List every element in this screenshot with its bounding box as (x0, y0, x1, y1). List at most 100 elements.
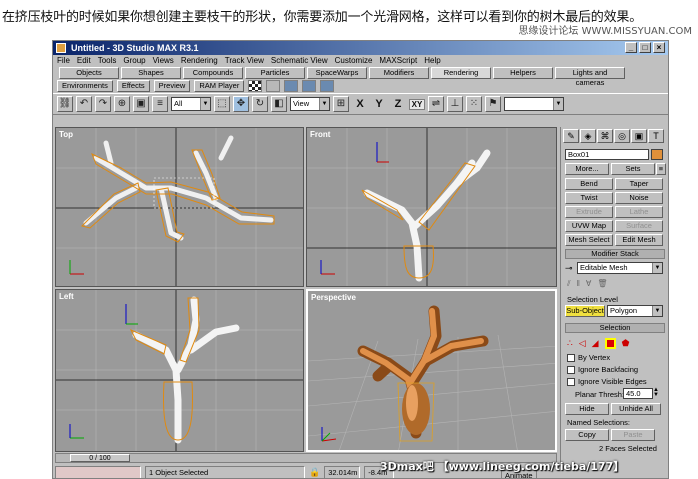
viewport-perspective[interactable]: Perspective (306, 289, 557, 452)
unhide-all-button[interactable]: Unhide All (611, 403, 661, 415)
pin-stack-icon[interactable]: ⊸ (565, 263, 573, 274)
modifier-uvw-map[interactable]: UVW Map (565, 220, 613, 232)
tab-helpers[interactable]: Helpers (493, 67, 553, 79)
modifier-edit-mesh[interactable]: Edit Mesh (615, 234, 663, 246)
modifier-lathe[interactable]: Lathe (615, 206, 663, 218)
edge-level-icon[interactable]: ◁ (579, 338, 586, 349)
face-level-icon[interactable]: ◢ (592, 338, 599, 349)
hierarchy-tab-icon[interactable]: ⌘ (597, 129, 613, 143)
move-icon[interactable]: ✥ (233, 96, 249, 112)
menu-edit[interactable]: Edit (77, 55, 91, 67)
modifier-taper[interactable]: Taper (615, 178, 663, 190)
preview-button[interactable]: Preview (153, 80, 191, 92)
menu-tools[interactable]: Tools (98, 55, 117, 67)
menu-track-view[interactable]: Track View (225, 55, 264, 67)
axis-z[interactable]: Z (390, 98, 406, 110)
paste-button[interactable]: Paste (611, 429, 655, 441)
menu-customize[interactable]: Customize (335, 55, 373, 67)
modifier-bend[interactable]: Bend (565, 178, 613, 190)
environments-button[interactable]: Environments (57, 80, 113, 92)
effects-button[interactable]: Effects (116, 80, 150, 92)
lock-selection-icon[interactable]: 🔒 (309, 467, 320, 478)
time-slider-thumb[interactable]: 0 / 100 (70, 454, 130, 462)
align-icon[interactable]: ⊥ (447, 96, 463, 112)
scale-icon[interactable]: ◧ (271, 96, 287, 112)
modify-tab-icon[interactable]: ◈ (580, 129, 596, 143)
object-name-field[interactable]: Box01 (565, 149, 649, 160)
selection-rollout[interactable]: Selection (565, 323, 665, 333)
object-color-swatch[interactable] (651, 149, 663, 160)
coord-x-field[interactable]: 32.014m (324, 465, 361, 478)
axis-x[interactable]: X (352, 98, 368, 110)
maxscript-listener-box[interactable] (55, 465, 141, 478)
more-button[interactable]: More... (565, 163, 609, 175)
create-tab-icon[interactable]: ✎ (563, 129, 579, 143)
tab-particles[interactable]: Particles (245, 67, 305, 79)
redo-icon[interactable]: ↷ (95, 96, 111, 112)
tab-compounds[interactable]: Compounds (183, 67, 243, 79)
close-button[interactable]: × (653, 42, 665, 53)
viewport-top[interactable]: Top (55, 127, 304, 287)
tab-spacewarps[interactable]: SpaceWarps (307, 67, 367, 79)
menu-rendering[interactable]: Rendering (181, 55, 218, 67)
configure-sets-icon[interactable]: ≡ (656, 163, 666, 175)
ignore-backfacing-checkbox[interactable]: Ignore Backfacing (567, 365, 638, 375)
viewport-front[interactable]: Front (306, 127, 557, 287)
material-editor-icon[interactable] (266, 80, 281, 92)
tab-rendering[interactable]: Rendering (431, 67, 491, 79)
sets-button[interactable]: Sets (611, 163, 655, 175)
viewport-left[interactable]: Left (55, 289, 304, 452)
select-link-icon[interactable]: ⛓ (57, 96, 73, 112)
undo-icon[interactable]: ↶ (76, 96, 92, 112)
bind-icon[interactable]: ⊕ (114, 96, 130, 112)
sub-object-button[interactable]: Sub-Object (565, 305, 605, 317)
menu-views[interactable]: Views (153, 55, 174, 67)
active-end-icon[interactable]: ⫽ (567, 279, 571, 291)
utilities-tab-icon[interactable]: T (648, 129, 664, 143)
modifier-stack-dropdown[interactable]: Editable Mesh ▼ (577, 262, 663, 274)
selection-filter-dropdown[interactable]: All ▼ (171, 97, 211, 111)
menu-help[interactable]: Help (424, 55, 440, 67)
menu-file[interactable]: File (57, 55, 70, 67)
menu-maxscript[interactable]: MAXScript (379, 55, 417, 67)
menu-schematic-view[interactable]: Schematic View (271, 55, 328, 67)
modifier-mesh-select[interactable]: Mesh Select (565, 234, 613, 246)
element-level-icon[interactable]: ⬟ (622, 338, 630, 349)
vertex-level-icon[interactable]: ∴ (567, 338, 573, 349)
show-end-result-icon[interactable]: ‖ (577, 279, 580, 291)
copy-button[interactable]: Copy (565, 429, 609, 441)
modifier-twist[interactable]: Twist (565, 192, 613, 204)
modifier-noise[interactable]: Noise (615, 192, 663, 204)
named-selection-dropdown[interactable]: ▼ (504, 97, 564, 111)
display-tab-icon[interactable]: ▣ (631, 129, 647, 143)
render-scene-icon[interactable] (284, 80, 299, 92)
menu-group[interactable]: Group (123, 55, 145, 67)
selection-level-dropdown[interactable]: Polygon ▼ (607, 305, 663, 317)
checker-icon[interactable] (248, 80, 263, 92)
motion-tab-icon[interactable]: ◎ (614, 129, 630, 143)
modifier-extrude[interactable]: Extrude (565, 206, 613, 218)
named-selection-icon[interactable]: ⚑ (485, 96, 501, 112)
modifier-stack-rollout[interactable]: Modifier Stack (565, 249, 665, 259)
ram-player-button[interactable]: RAM Player (194, 80, 245, 92)
hide-button[interactable]: Hide (565, 403, 609, 415)
planar-thresh-field[interactable]: 45.0 (623, 388, 653, 399)
axis-xy[interactable]: XY (409, 98, 425, 110)
by-vertex-checkbox[interactable]: By Vertex (567, 353, 610, 363)
select-object-icon[interactable]: ▣ (133, 96, 149, 112)
mirror-icon[interactable]: ⇌ (428, 96, 444, 112)
remove-modifier-icon[interactable]: 🗑 (597, 279, 607, 291)
planar-thresh-spinner[interactable]: ▲ ▼ (653, 387, 659, 398)
tab-objects[interactable]: Objects (59, 67, 119, 79)
polygon-level-icon[interactable] (604, 337, 616, 349)
rotate-icon[interactable]: ↻ (252, 96, 268, 112)
axis-y[interactable]: Y (371, 98, 387, 110)
ignore-visible-edges-checkbox[interactable]: Ignore Visible Edges (567, 377, 647, 387)
select-by-name-icon[interactable]: ≡ (152, 96, 168, 112)
ref-coord-dropdown[interactable]: View ▼ (290, 97, 330, 111)
tab-lights-cameras[interactable]: Lights and cameras (555, 67, 625, 87)
modifier-surface[interactable]: Surface (615, 220, 663, 232)
tab-modifiers[interactable]: Modifiers (369, 67, 429, 79)
region-select-icon[interactable]: ⬚ (214, 96, 230, 112)
tab-shapes[interactable]: Shapes (121, 67, 181, 79)
